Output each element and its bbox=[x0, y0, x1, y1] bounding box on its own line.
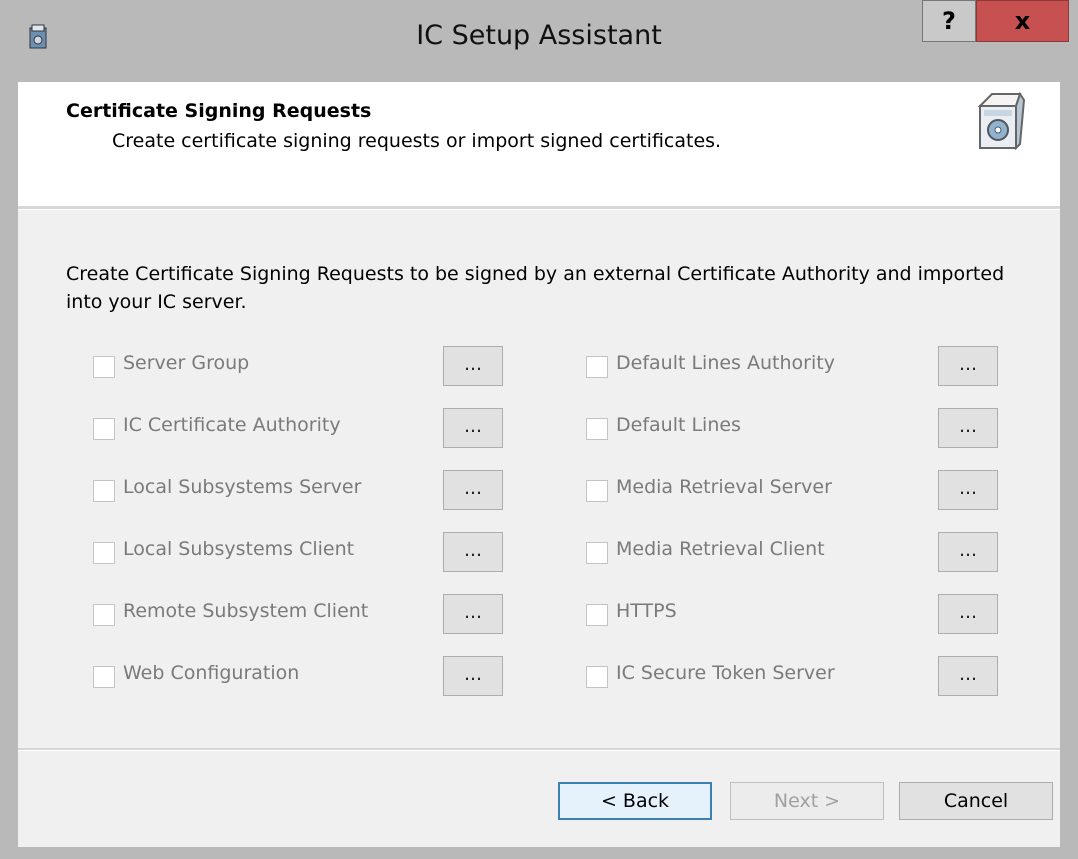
cert-option-local-subsystems-client[interactable]: Local Subsystems Client bbox=[93, 534, 413, 574]
remote-subsystem-client-browse-button[interactable]: ... bbox=[443, 594, 503, 634]
instructions-text: Create Certificate Signing Requests to b… bbox=[66, 263, 1005, 313]
default-lines-browse-button[interactable]: ... bbox=[938, 408, 998, 448]
server-group-checkbox[interactable] bbox=[93, 356, 115, 378]
window-title: IC Setup Assistant bbox=[416, 20, 662, 51]
default-lines-authority-checkbox[interactable] bbox=[586, 356, 608, 378]
cancel-button[interactable]: Cancel bbox=[899, 782, 1053, 820]
media-retrieval-server-browse-button[interactable]: ... bbox=[938, 470, 998, 510]
cert-option-ic-secure-token-server[interactable]: IC Secure Token Server bbox=[586, 658, 906, 698]
page-subtitle: Create certificate signing requests or i… bbox=[112, 130, 722, 152]
page-title: Certificate Signing Requests bbox=[66, 100, 372, 122]
wizard-body: Create Certificate Signing Requests to b… bbox=[18, 210, 1060, 748]
cert-option-remote-subsystem-client[interactable]: Remote Subsystem Client bbox=[93, 596, 413, 636]
local-subsystems-server-browse-button[interactable]: ... bbox=[443, 470, 503, 510]
close-button[interactable]: x bbox=[976, 0, 1069, 42]
local-subsystems-server-checkbox[interactable] bbox=[93, 480, 115, 502]
default-lines-authority-browse-button[interactable]: ... bbox=[938, 346, 998, 386]
setup-dialog: IC Setup Assistant ? x Certificate Signi… bbox=[0, 0, 1078, 859]
cert-option-default-lines[interactable]: Default Lines bbox=[586, 410, 906, 450]
cert-option-label: IC Secure Token Server bbox=[616, 662, 835, 684]
server-group-browse-button[interactable]: ... bbox=[443, 346, 503, 386]
help-button[interactable]: ? bbox=[922, 0, 976, 42]
cert-option-default-lines-authority[interactable]: Default Lines Authority bbox=[586, 348, 906, 388]
cert-option-web-configuration[interactable]: Web Configuration bbox=[93, 658, 413, 698]
media-retrieval-client-checkbox[interactable] bbox=[586, 542, 608, 564]
web-configuration-checkbox[interactable] bbox=[93, 666, 115, 688]
cert-option-local-subsystems-server[interactable]: Local Subsystems Server bbox=[93, 472, 413, 512]
next-button[interactable]: Next > bbox=[730, 782, 884, 820]
cert-option-media-retrieval-client[interactable]: Media Retrieval Client bbox=[586, 534, 906, 574]
https-checkbox[interactable] bbox=[586, 604, 608, 626]
cert-option-label: Remote Subsystem Client bbox=[123, 600, 369, 622]
cert-option-ic-certificate-authority[interactable]: IC Certificate Authority bbox=[93, 410, 413, 450]
media-retrieval-server-checkbox[interactable] bbox=[586, 480, 608, 502]
ic-secure-token-server-checkbox[interactable] bbox=[586, 666, 608, 688]
title-bar[interactable]: IC Setup Assistant ? x bbox=[0, 0, 1078, 82]
back-button[interactable]: < Back bbox=[558, 782, 712, 820]
cert-option-label: Default Lines Authority bbox=[616, 352, 835, 374]
cert-option-label: Local Subsystems Client bbox=[123, 538, 355, 560]
wizard-header: Certificate Signing Requests Create cert… bbox=[18, 82, 1060, 206]
https-browse-button[interactable]: ... bbox=[938, 594, 998, 634]
cert-option-label: Local Subsystems Server bbox=[123, 476, 362, 498]
wizard-footer: < Back Next > Cancel bbox=[18, 751, 1060, 847]
cert-option-server-group[interactable]: Server Group bbox=[93, 348, 413, 388]
ic-secure-token-server-browse-button[interactable]: ... bbox=[938, 656, 998, 696]
ic-certificate-authority-browse-button[interactable]: ... bbox=[443, 408, 503, 448]
cert-option-label: IC Certificate Authority bbox=[123, 414, 341, 436]
default-lines-checkbox[interactable] bbox=[586, 418, 608, 440]
remote-subsystem-client-checkbox[interactable] bbox=[93, 604, 115, 626]
cert-option-label: HTTPS bbox=[616, 600, 677, 622]
cert-option-label: Media Retrieval Server bbox=[616, 476, 832, 498]
web-configuration-browse-button[interactable]: ... bbox=[443, 656, 503, 696]
cert-option-label: Default Lines bbox=[616, 414, 741, 436]
cert-option-label: Web Configuration bbox=[123, 662, 300, 684]
cert-option-label: Media Retrieval Client bbox=[616, 538, 825, 560]
local-subsystems-client-checkbox[interactable] bbox=[93, 542, 115, 564]
local-subsystems-client-browse-button[interactable]: ... bbox=[443, 532, 503, 572]
ic-certificate-authority-checkbox[interactable] bbox=[93, 418, 115, 440]
cert-option-label: Server Group bbox=[123, 352, 250, 374]
setup-box-icon bbox=[977, 91, 1026, 151]
media-retrieval-client-browse-button[interactable]: ... bbox=[938, 532, 998, 572]
cert-option-media-retrieval-server[interactable]: Media Retrieval Server bbox=[586, 472, 906, 512]
cert-option-https[interactable]: HTTPS bbox=[586, 596, 906, 636]
